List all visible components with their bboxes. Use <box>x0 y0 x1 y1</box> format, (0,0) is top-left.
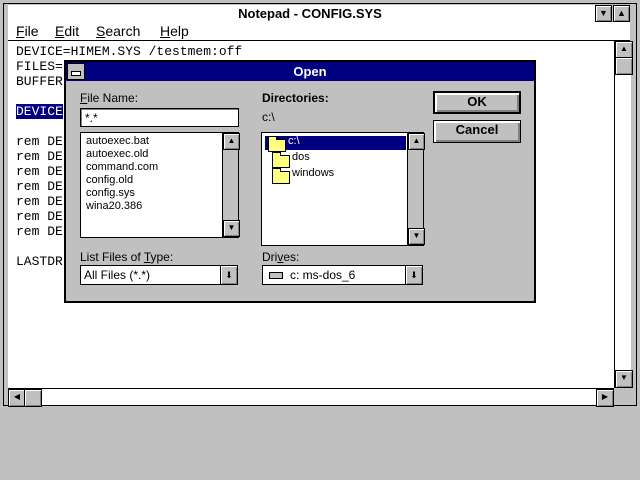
text-line: rem DE <box>16 149 63 164</box>
minimize-arrow-icon[interactable]: ▼ <box>595 5 612 22</box>
list-item[interactable]: wina20.386 <box>86 200 142 213</box>
text-line: BUFFER <box>16 74 63 89</box>
folder-icon <box>272 168 290 184</box>
list-item[interactable]: config.sys <box>86 187 135 200</box>
dir-item-windows[interactable]: windows <box>292 167 334 179</box>
folder-icon <box>272 152 290 168</box>
dialog-title: Open <box>293 64 327 79</box>
scroll-up-arrow-icon[interactable]: ▲ <box>223 133 240 150</box>
directories-label: Directories: <box>262 91 329 105</box>
drives-label: Drives: <box>262 250 300 264</box>
system-menu-icon[interactable] <box>67 63 85 80</box>
menu-file[interactable]: File <box>16 23 39 39</box>
dir-item-root[interactable]: c:\ <box>288 135 300 147</box>
text-line: LASTDR <box>16 254 63 269</box>
scroll-down-arrow-icon[interactable]: ▼ <box>408 228 425 245</box>
text-line: rem DE <box>16 224 63 239</box>
dropdown-arrow-icon[interactable]: ⬇ <box>405 266 422 284</box>
text-line: FILES= <box>16 59 63 74</box>
scroll-thumb[interactable] <box>615 57 633 75</box>
directory-list-scrollbar[interactable]: ▲ ▼ <box>407 133 425 245</box>
text-line: rem DE <box>16 194 63 209</box>
scroll-up-arrow-icon[interactable]: ▲ <box>408 133 425 150</box>
scroll-right-arrow-icon[interactable]: ▶ <box>596 389 614 407</box>
drive-select[interactable]: c: ms-dos_6 ⬇ <box>262 265 423 285</box>
text-line: rem DE <box>16 179 63 194</box>
text-line: rem DE <box>16 134 63 149</box>
selected-text-line: DEVICE <box>16 104 63 119</box>
menu-edit[interactable]: Edit <box>55 23 79 39</box>
dir-item-dos[interactable]: dos <box>292 151 310 163</box>
open-folder-icon <box>268 136 286 152</box>
vertical-scrollbar[interactable]: ▲ ▼ <box>614 41 633 388</box>
scroll-down-arrow-icon[interactable]: ▼ <box>615 370 633 388</box>
scroll-thumb[interactable] <box>24 389 42 407</box>
list-item[interactable]: config.old <box>86 174 133 187</box>
file-type-label: List Files of Type: <box>80 250 174 264</box>
scroll-down-arrow-icon[interactable]: ▼ <box>223 220 240 237</box>
text-line: rem DE <box>16 164 63 179</box>
menu-help[interactable]: Help <box>160 23 189 39</box>
current-directory: c:\ <box>262 110 275 124</box>
list-item[interactable]: command.com <box>86 161 158 174</box>
selected-dir-highlight <box>265 136 406 150</box>
file-list-scrollbar[interactable]: ▲ ▼ <box>222 133 240 237</box>
maximize-arrow-icon[interactable]: ▲ <box>613 5 630 22</box>
hard-drive-icon <box>269 272 283 279</box>
file-name-input[interactable]: *.* <box>80 108 239 127</box>
ok-button[interactable]: OK <box>433 91 521 114</box>
file-name-label: File Name: <box>80 91 139 105</box>
menu-search[interactable]: Search <box>96 23 140 39</box>
horizontal-scrollbar[interactable]: ◀ ▶ <box>8 388 614 407</box>
text-line: rem DE <box>16 209 63 224</box>
list-item[interactable]: autoexec.old <box>86 148 148 161</box>
file-list[interactable]: autoexec.bat autoexec.old command.com co… <box>80 132 240 238</box>
file-type-select[interactable]: All Files (*.*) ⬇ <box>80 265 238 285</box>
cancel-button[interactable]: Cancel <box>433 120 521 143</box>
text-line: DEVICE=HIMEM.SYS /testmem:off <box>16 44 243 59</box>
list-item[interactable]: autoexec.bat <box>86 135 149 148</box>
window-title: Notepad - CONFIG.SYS <box>8 5 612 23</box>
directory-list[interactable]: c:\ dos windows ▲ ▼ <box>261 132 425 246</box>
dropdown-arrow-icon[interactable]: ⬇ <box>220 266 237 284</box>
size-box <box>614 388 631 405</box>
menu-bar: File Edit Search Help <box>8 22 630 41</box>
